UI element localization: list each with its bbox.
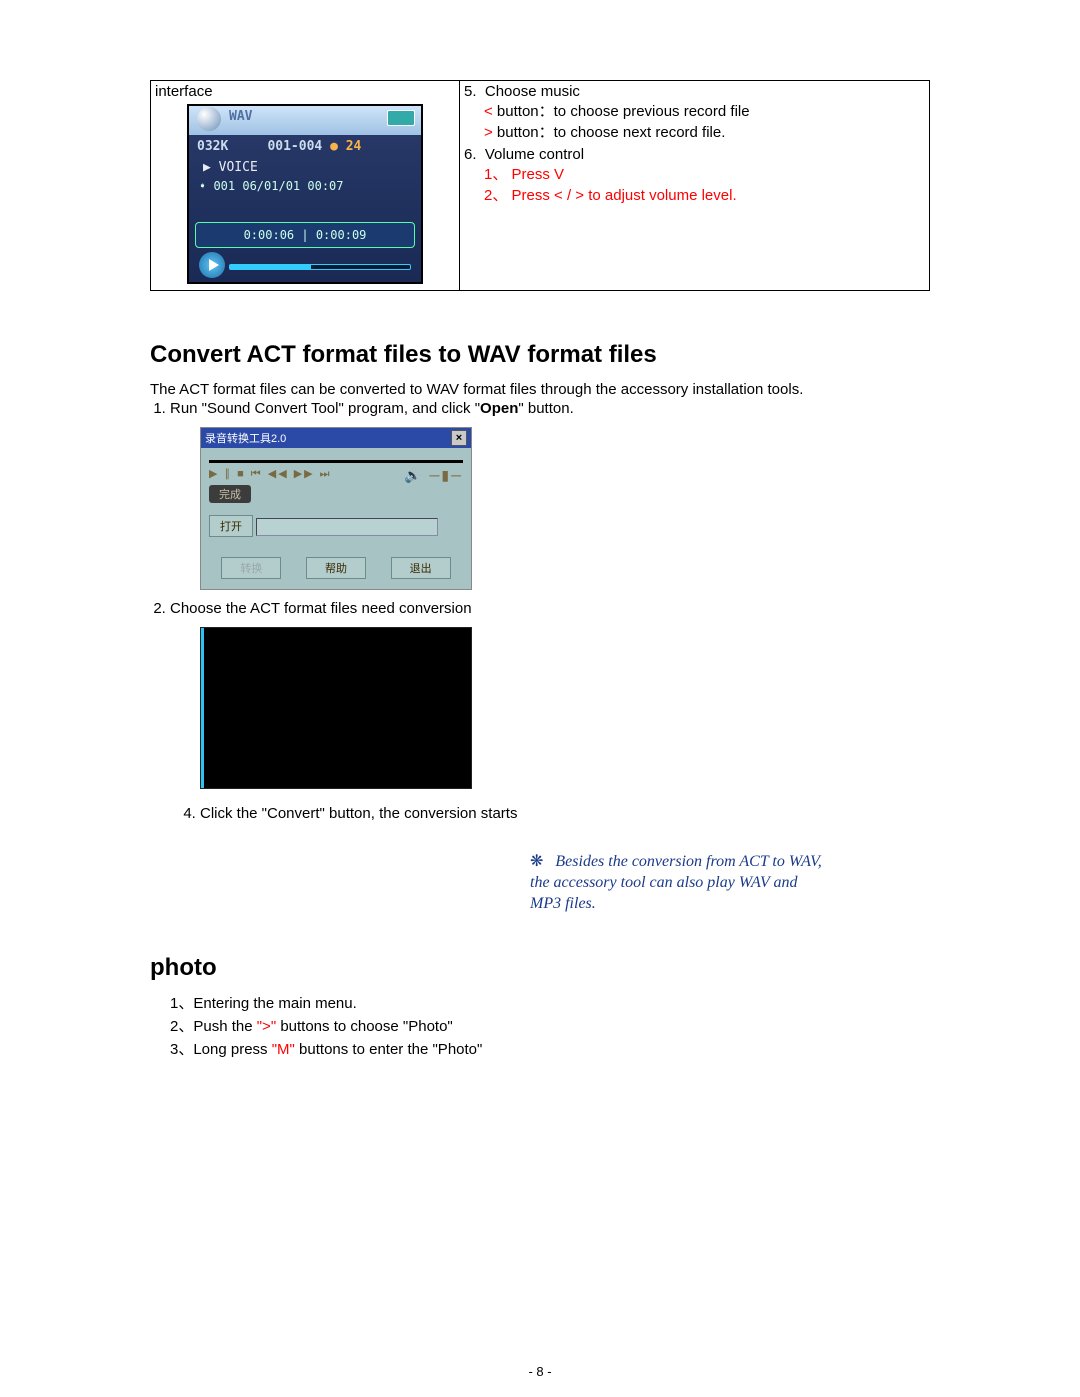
aside-note: ❋Besides the conversion from ACT to WAV,… (530, 852, 830, 914)
interface-label: interface (155, 83, 213, 100)
sound-tool-screenshot: 录音转换工具2.0 × ▶ ∥ ■ ⏮ ◀◀ ▶▶ ⏭ 🔊 ─▮─ 完成 打开 … (200, 427, 472, 590)
play-icon (199, 252, 225, 278)
exit-btn: 退出 (391, 557, 451, 579)
convert-steps: Run "Sound Convert Tool" program, and cl… (150, 400, 930, 417)
photo-steps: 1、Entering the main menu. 2、Push the ">"… (170, 992, 930, 1059)
time-readout: 0:00:06 | 0:00:09 (244, 228, 367, 242)
device-top-label: WAV (229, 109, 252, 124)
section-title-photo: photo (150, 954, 930, 982)
photo-step-3: 3、Long press "M" buttons to enter the "P… (170, 1038, 930, 1059)
item6-title: Volume control (485, 146, 584, 163)
item5-title: Choose music (485, 83, 580, 100)
file-info: 001 06/01/01 00:07 (213, 179, 343, 193)
progress-bar (229, 264, 411, 270)
section-title-convert: Convert ACT format files to WAV format f… (150, 341, 930, 369)
globe-icon (197, 107, 221, 131)
convert-btn: 转换 (221, 557, 281, 579)
path-field (256, 518, 438, 536)
file-dialog-placeholder (200, 627, 472, 789)
convert-steps-4: Click the "Convert" button, the conversi… (180, 805, 930, 822)
burst-icon: ❋ (530, 853, 543, 870)
speaker-icon: 🔊 ─▮─ (404, 467, 463, 484)
aside-text: Besides the conversion from ACT to WAV, … (530, 853, 822, 912)
lt-symbol: < (484, 103, 493, 120)
photo-step-2: 2、Push the ">" buttons to choose "Photo" (170, 1015, 930, 1036)
voice-label: VOICE (219, 160, 258, 175)
open-bold: Open (480, 400, 518, 417)
intro-text: The ACT format files can be converted to… (150, 381, 930, 398)
item5-num: 5. (464, 83, 477, 100)
done-pill: 完成 (209, 485, 251, 503)
item5a-text: button：to choose previous record file (493, 103, 750, 120)
item6-num: 6. (464, 146, 477, 163)
bitrate: 032K (197, 139, 228, 154)
interface-table: interface WAV 032K 001-004 ● 24 ▶ VOICE (150, 80, 930, 291)
page-number: - 8 - (0, 1364, 1080, 1379)
device-screenshot: WAV 032K 001-004 ● 24 ▶ VOICE ➧ 001 06/0… (187, 104, 423, 284)
item6a: 1、 Press V (484, 163, 925, 184)
photo-step-1: 1、Entering the main menu. (170, 992, 930, 1013)
item6b: 2、 Press < / > to adjust volume level. (484, 184, 925, 205)
step-1: Run "Sound Convert Tool" program, and cl… (170, 400, 930, 417)
close-icon: × (451, 430, 467, 446)
help-btn: 帮助 (306, 557, 366, 579)
convert-steps-2: Choose the ACT format files need convers… (150, 600, 930, 617)
tool-title: 录音转换工具2.0 (205, 430, 286, 446)
gt-symbol: > (484, 124, 493, 141)
open-btn: 打开 (209, 515, 253, 537)
step-4: Click the "Convert" button, the conversi… (200, 805, 930, 822)
battery-icon (387, 110, 415, 126)
item5b-text: button：to choose next record file. (493, 124, 726, 141)
track-right: ● 24 (330, 139, 361, 154)
step-2: Choose the ACT format files need convers… (170, 600, 930, 617)
track-index: 001-004 (267, 139, 322, 154)
